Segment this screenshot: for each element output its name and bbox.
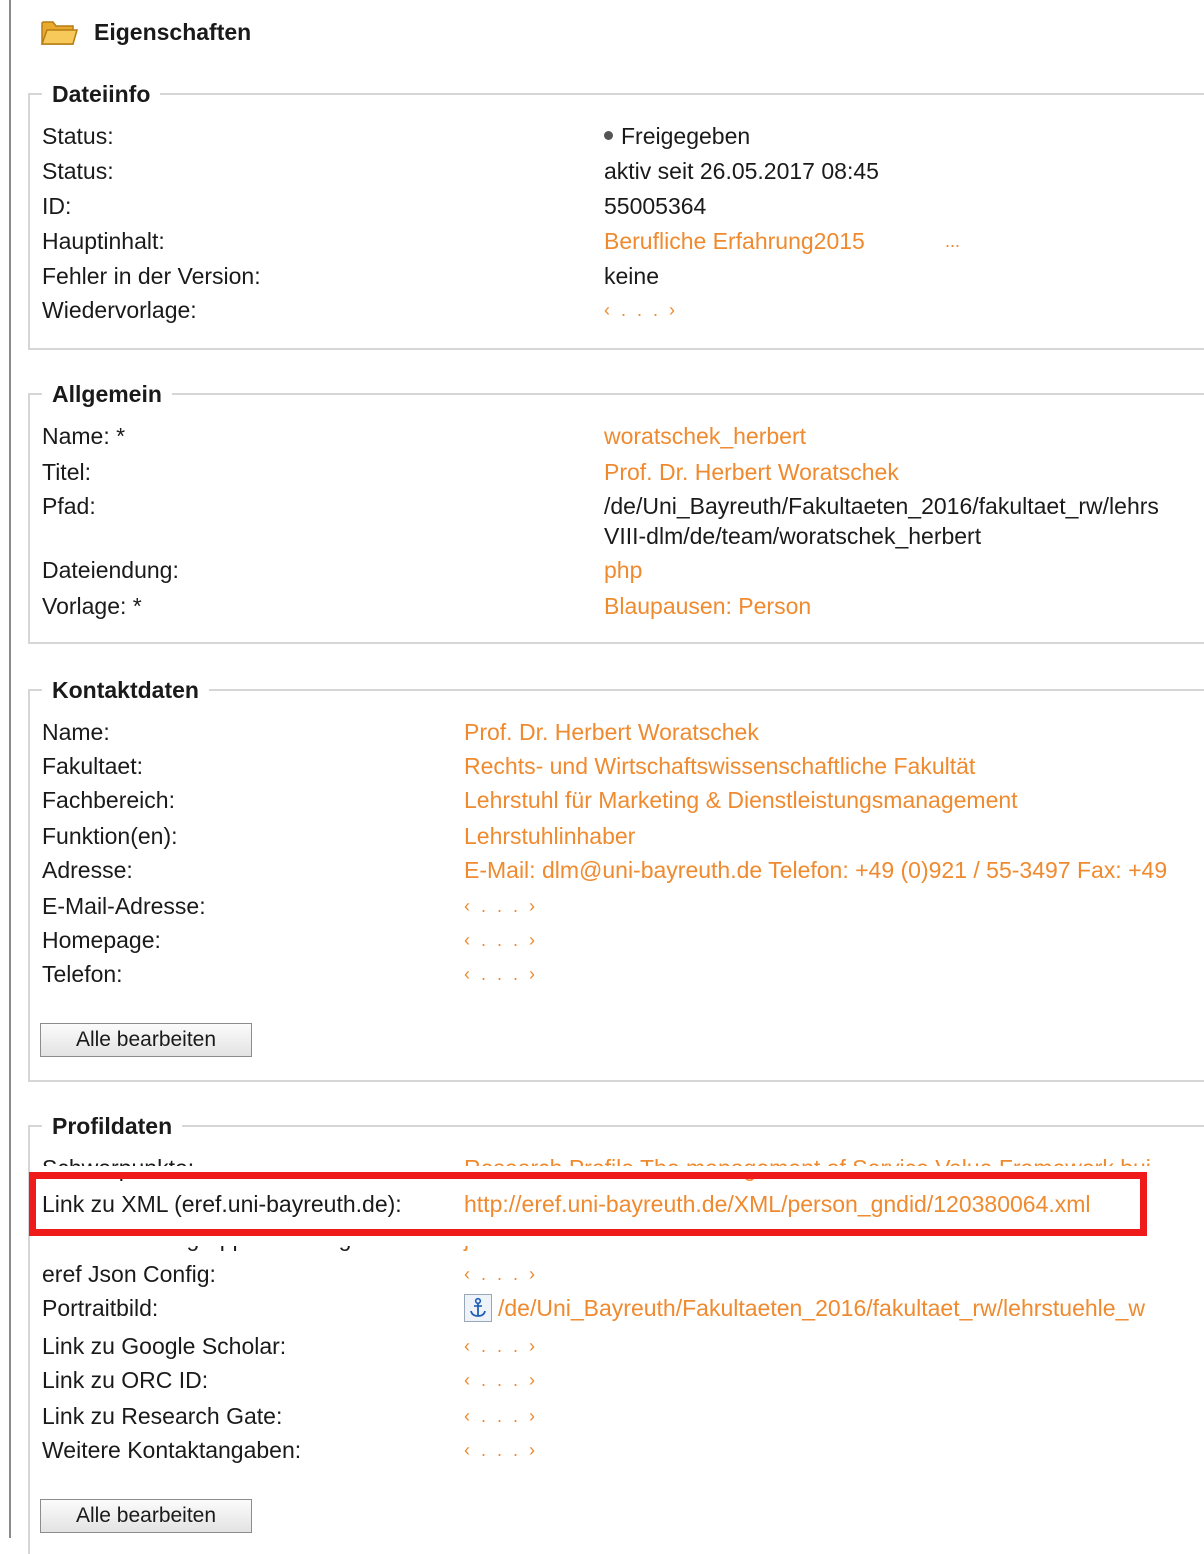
orcid-edit-link[interactable]: ‹ . . . ›	[464, 1364, 538, 1396]
wiedervorlage-edit-link[interactable]: ‹ . . . ›	[604, 294, 678, 326]
hauptinhalt-label: Hauptinhalt:	[42, 228, 165, 254]
pfad-value-line2: VIII-dlm/de/team/woratschek_herbert	[604, 523, 982, 549]
kontaktdaten-edit-all-button[interactable]: Alle bearbeiten	[40, 1023, 252, 1057]
researchgate-label: Link zu Research Gate:	[42, 1403, 283, 1429]
homepage-edit-link[interactable]: ‹ . . . ›	[464, 924, 538, 956]
orcid-label: Link zu ORC ID:	[42, 1367, 209, 1393]
pfad-label: Pfad:	[42, 493, 96, 519]
fehler-value: keine	[604, 263, 659, 289]
funktion-label: Funktion(en):	[42, 823, 178, 849]
dateiendung-link[interactable]: php	[604, 554, 642, 586]
fachbereich-label: Fachbereich:	[42, 787, 175, 813]
titel-label: Titel:	[42, 459, 91, 485]
funktion-link[interactable]: Lehrstuhlinhaber	[464, 820, 635, 852]
status-text: Freigegeben	[621, 123, 751, 149]
xml-link[interactable]: http://eref.uni-bayreuth.de/XML/person_g…	[464, 1188, 1091, 1220]
scholar-label: Link zu Google Scholar:	[42, 1333, 287, 1359]
portrait-label: Portraitbild:	[42, 1295, 159, 1321]
status-bullet-icon	[604, 131, 613, 141]
vorlage-link[interactable]: Blaupausen: Person	[604, 590, 811, 622]
highlight-mask-top	[36, 1166, 1196, 1178]
name-label: Name: *	[42, 423, 126, 449]
adresse-link[interactable]: E-Mail: dlm@uni-bayreuth.de Telefon: +49…	[464, 854, 1167, 886]
kontaktdaten-legend: Kontaktdaten	[52, 677, 199, 703]
name-link[interactable]: woratschek_herbert	[604, 420, 806, 452]
status2-value: aktiv seit 26.05.2017 08:45	[604, 158, 879, 184]
allgemein-legend: Allgemein	[52, 381, 162, 407]
anchor-icon	[464, 1293, 492, 1322]
wiedervorlage-label: Wiedervorlage:	[42, 297, 197, 323]
hauptinhalt-link[interactable]: Berufliche Erfahrung2015	[604, 225, 865, 257]
adresse-label: Adresse:	[42, 857, 133, 883]
status-label: Status:	[42, 123, 114, 149]
telefon-edit-link[interactable]: ‹ . . . ›	[464, 958, 538, 990]
profildaten-edit-all-button[interactable]: Alle bearbeiten	[40, 1499, 252, 1533]
eref-label: eref Json Config:	[42, 1261, 216, 1287]
page-title: Eigenschaften	[94, 18, 252, 45]
eref-edit-link[interactable]: ‹ . . . ›	[464, 1258, 538, 1290]
email-label: E-Mail-Adresse:	[42, 893, 206, 919]
titel-link[interactable]: Prof. Dr. Herbert Woratschek	[604, 456, 899, 488]
fachbereich-link[interactable]: Lehrstuhl für Marketing & Dienstleistung…	[464, 784, 1018, 816]
left-border-rule	[9, 0, 11, 1538]
kontakt-name-link[interactable]: Prof. Dr. Herbert Woratschek	[464, 716, 759, 748]
status2-label: Status:	[42, 158, 114, 184]
folder-icon	[40, 21, 78, 45]
portrait-path: /de/Uni_Bayreuth/Fakultaeten_2016/fakult…	[498, 1295, 1145, 1321]
portrait-link[interactable]: /de/Uni_Bayreuth/Fakultaeten_2016/fakult…	[464, 1292, 1145, 1324]
email-edit-link[interactable]: ‹ . . . ›	[464, 890, 538, 922]
telefon-label: Telefon:	[42, 961, 123, 987]
researchgate-edit-link[interactable]: ‹ . . . ›	[464, 1400, 538, 1432]
highlight-mask-bottom	[36, 1232, 1196, 1246]
fehler-label: Fehler in der Version:	[42, 263, 261, 289]
fakultaet-label: Fakultaet:	[42, 753, 143, 779]
dateiendung-label: Dateiendung:	[42, 557, 179, 583]
homepage-label: Homepage:	[42, 927, 161, 953]
id-label: ID:	[42, 193, 72, 219]
status-value: Freigegeben	[604, 120, 750, 152]
fakultaet-link[interactable]: Rechts- und Wirtschaftswissenschaftliche…	[464, 750, 975, 782]
kontakt-name-label: Name:	[42, 719, 110, 745]
pfad-value-line1: /de/Uni_Bayreuth/Fakultaeten_2016/fakult…	[604, 493, 1159, 519]
weitere-label: Weitere Kontaktangaben:	[42, 1437, 302, 1463]
page-header: Eigenschaften	[40, 14, 251, 50]
xml-label: Link zu XML (eref.uni-bayreuth.de):	[42, 1191, 402, 1217]
scholar-edit-link[interactable]: ‹ . . . ›	[464, 1330, 538, 1362]
id-value: 55005364	[604, 193, 707, 219]
hauptinhalt-more-button[interactable]: ...	[945, 225, 960, 257]
dateiinfo-legend: Dateiinfo	[52, 81, 151, 107]
vorlage-label: Vorlage: *	[42, 593, 142, 619]
profildaten-legend: Profildaten	[52, 1113, 173, 1139]
weitere-edit-link[interactable]: ‹ . . . ›	[464, 1434, 538, 1466]
